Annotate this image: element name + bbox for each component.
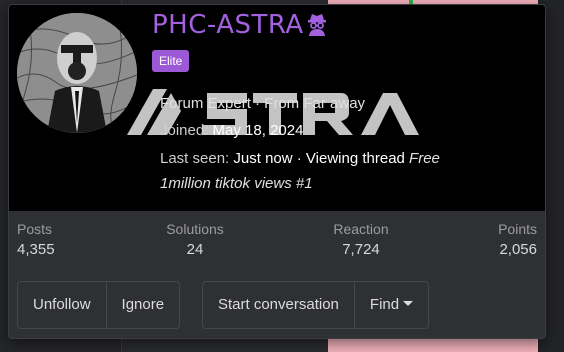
find-menu-button[interactable]: Find xyxy=(355,282,428,328)
start-conversation-button[interactable]: Start conversation xyxy=(203,282,355,328)
conversation-find-button-group: Start conversation Find xyxy=(202,281,430,329)
viewing-thread-link-part1[interactable]: Free xyxy=(409,150,440,167)
last-seen-line: Last seen: Just now · Viewing thread Fre… xyxy=(160,150,440,167)
last-seen-line-continued: 1million tiktok views #1 xyxy=(160,175,313,192)
stat-posts-value[interactable]: 4,355 xyxy=(17,241,55,258)
stat-reaction-value: 7,724 xyxy=(342,241,380,258)
find-label: Find xyxy=(369,296,400,313)
joined-label: Joined: xyxy=(160,122,209,139)
unfollow-button[interactable]: Unfollow xyxy=(18,282,107,328)
ignore-button[interactable]: Ignore xyxy=(107,282,180,328)
stat-posts: Posts 4,355 xyxy=(17,221,55,258)
stat-posts-label: Posts xyxy=(17,221,53,237)
last-seen-label: Last seen: xyxy=(160,150,230,167)
user-banner-badge: Elite xyxy=(152,50,190,72)
member-header: PHC-ASTRA Elite Forum Expert · From Far … xyxy=(9,5,545,211)
caret-down-icon xyxy=(403,301,414,306)
joined-date: May 18, 2024 xyxy=(212,122,304,139)
viewing-thread-link-part2[interactable]: 1million tiktok views #1 xyxy=(160,175,313,192)
username-link[interactable]: PHC-ASTRA xyxy=(152,10,328,43)
stat-solutions: Solutions 24 xyxy=(162,221,228,258)
user-title: Forum Expert · From Far away xyxy=(160,95,366,112)
stat-points: Points 2,056 xyxy=(479,221,537,258)
follow-ignore-button-group: Unfollow Ignore xyxy=(17,281,181,329)
stat-reaction-label: Reaction xyxy=(333,221,389,237)
member-tooltip-card: PHC-ASTRA Elite Forum Expert · From Far … xyxy=(8,4,546,339)
avatar[interactable] xyxy=(17,13,137,133)
stat-solutions-label: Solutions xyxy=(166,221,224,237)
last-seen-value: Just now · Viewing thread xyxy=(233,150,405,167)
detective-icon xyxy=(306,12,328,43)
stat-solutions-value: 24 xyxy=(186,241,204,258)
stat-points-value[interactable]: 2,056 xyxy=(479,241,537,258)
joined-line: Joined: May 18, 2024 xyxy=(160,122,303,139)
stat-points-label: Points xyxy=(498,221,537,237)
stat-reaction: Reaction 7,724 xyxy=(325,221,397,258)
